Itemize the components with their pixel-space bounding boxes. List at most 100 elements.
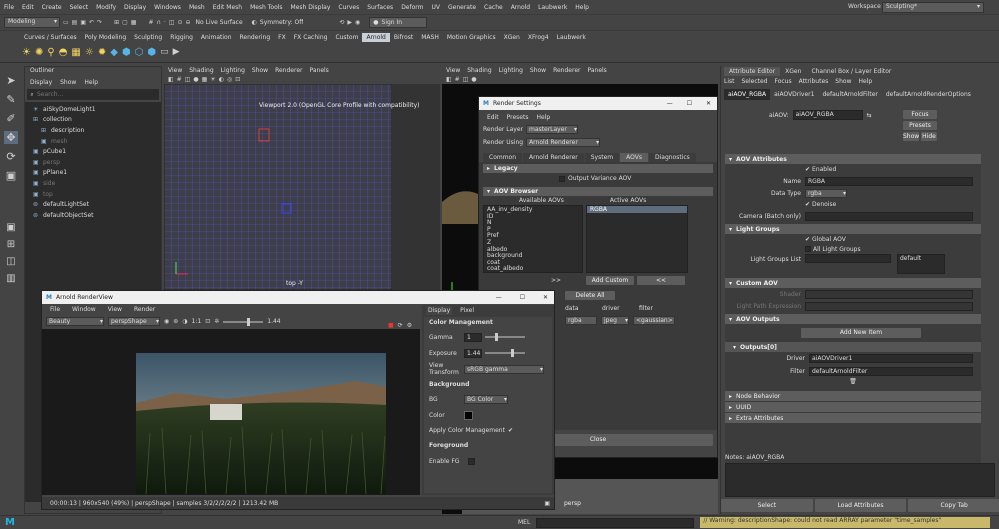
rv-menu-window[interactable]: Window (72, 306, 96, 313)
snap-point-icon[interactable]: · (164, 19, 166, 26)
output-variance-checkbox[interactable] (559, 175, 565, 182)
menu-file[interactable]: File (4, 4, 14, 11)
camera-field[interactable] (805, 211, 973, 221)
menu-windows[interactable]: Windows (154, 4, 181, 11)
top-viewport-canvas[interactable] (164, 84, 440, 290)
uuid-section[interactable]: ▸ UUID (725, 402, 981, 412)
render-layer-dropdown[interactable]: masterLayer ▾ (526, 125, 578, 134)
two-view-icon[interactable]: ◫ (6, 256, 15, 267)
wireframe-icon[interactable]: ◫ (185, 76, 191, 83)
select-tool-icon[interactable]: ➤ (6, 74, 15, 87)
alpha-icon[interactable]: ◑ (182, 318, 187, 325)
mesh-light-icon[interactable]: ✺ (35, 47, 43, 58)
menu-cache[interactable]: Cache (484, 4, 503, 11)
ae-menu-selected[interactable]: Selected (742, 78, 768, 85)
volume-icon[interactable]: ◆ (110, 47, 118, 58)
outliner-item[interactable]: ⊚ defaultObjectSet (25, 210, 161, 221)
rs-menu-help[interactable]: Help (536, 114, 550, 121)
snap-surface-icon[interactable]: ⊙ (177, 19, 182, 26)
history-icon[interactable]: ⟲ (339, 19, 344, 26)
crop-icon[interactable]: ⊡ (205, 318, 210, 325)
viewport-menu-renderer[interactable]: Renderer (553, 67, 580, 74)
exposure-icon[interactable]: ✲ (214, 318, 219, 325)
viewport-menu-lighting[interactable]: Lighting (221, 67, 245, 74)
node-nav-icon[interactable]: ⇆ (867, 112, 872, 119)
snap-grid-icon[interactable]: # (148, 19, 153, 26)
outliner-layout-icon[interactable]: ▥ (6, 273, 15, 284)
active-aov-item[interactable]: RGBA (587, 206, 687, 213)
menu-laubwerk[interactable]: Laubwerk (538, 4, 567, 11)
refresh-icon[interactable]: ⟳ (398, 322, 403, 329)
ae-menu-show[interactable]: Show (835, 78, 851, 85)
available-aov-item[interactable]: P (487, 226, 579, 234)
ae-panel-tab-channel-box-layer-editor[interactable]: Channel Box / Layer Editor (806, 67, 896, 76)
record-icon[interactable]: ◉ (164, 318, 169, 325)
viewport-menu-panels[interactable]: Panels (309, 67, 328, 74)
enabled-checkbox[interactable]: ✔ (805, 166, 810, 173)
shelf-tab-fx-caching[interactable]: FX Caching (290, 33, 332, 42)
all-light-groups-checkbox[interactable] (805, 246, 811, 252)
live-surface-icon[interactable]: ⊖ (186, 19, 191, 26)
grid-icon[interactable]: # (177, 76, 182, 83)
light-groups-default-list[interactable]: default (897, 254, 945, 274)
rv-tab-pixel[interactable]: Pixel (458, 306, 476, 315)
minimize-icon[interactable]: — (496, 294, 502, 301)
ae-node-tab-aiaovdriver1[interactable]: aiAOVDriver1 (770, 89, 818, 100)
single-view-icon[interactable]: ▣ (6, 222, 15, 233)
remove-aov-button[interactable]: << (637, 276, 685, 285)
active-aovs-list[interactable]: RGBA (586, 205, 688, 273)
snap-view-icon[interactable]: ◫ (169, 19, 175, 26)
render-icon[interactable]: ▶ (347, 19, 352, 26)
menu-mesh-tools[interactable]: Mesh Tools (250, 4, 282, 11)
data-type-dropdown[interactable]: rgba ▾ (805, 188, 847, 198)
mode-dropdown[interactable]: Modeling ▾ (4, 17, 60, 28)
outliner-item[interactable]: ⊞ description (25, 125, 161, 136)
sign-in-button[interactable]: ● Sign In (369, 17, 428, 28)
physical-sky-icon[interactable]: ☼ (85, 47, 94, 58)
available-aov-item[interactable]: Pref (487, 233, 579, 240)
close-icon[interactable]: ✕ (543, 294, 548, 301)
outliner-item[interactable]: ▣ pCube1 (25, 146, 161, 157)
outliner-item[interactable]: ▣ persp (25, 157, 161, 168)
filter-field[interactable]: defaultArnoldFilter (809, 367, 973, 376)
light-groups-section[interactable]: ▾ Light Groups (725, 224, 981, 234)
select-button[interactable]: Select (721, 499, 813, 512)
load-attributes-button[interactable]: Load Attributes (814, 499, 907, 512)
outliner-item[interactable]: ▣ top (25, 189, 161, 200)
menu-edit[interactable]: Edit (22, 4, 34, 11)
light-groups-field[interactable] (805, 254, 891, 263)
rs-menu-edit[interactable]: Edit (487, 114, 499, 121)
procedural-icon[interactable]: ⬢ (147, 47, 156, 58)
gamma-field[interactable]: 1 (464, 332, 482, 342)
shader-field[interactable] (805, 289, 973, 299)
menu-uv[interactable]: UV (432, 4, 441, 11)
shelf-tab-xfrog4[interactable]: XFrog4 (524, 33, 553, 42)
aov-driver-dropdown[interactable]: jpeg ▾ (601, 316, 629, 325)
menu-help[interactable]: Help (575, 4, 589, 11)
render-view-icon[interactable]: ▭ (160, 47, 169, 57)
available-aov-item[interactable]: AA_inv_density (487, 206, 579, 214)
rotate-tool-icon[interactable]: ⟳ (6, 150, 15, 163)
notes-field[interactable] (725, 463, 995, 497)
rv-menu-view[interactable]: View (108, 306, 122, 313)
mel-input[interactable] (536, 517, 695, 528)
shelf-tab-animation[interactable]: Animation (197, 33, 236, 42)
camera-icon[interactable]: ◧ (168, 76, 174, 83)
outputs-0-section[interactable]: ▾ Outputs[0] (725, 342, 981, 352)
viewport-menu-view[interactable]: View (446, 67, 460, 74)
outliner-menu-display[interactable]: Display (30, 79, 52, 86)
render-play-icon[interactable]: ▶ (173, 47, 180, 57)
gamma-slider[interactable] (485, 333, 525, 341)
aov-browser-section[interactable]: ▾ AOV Browser (483, 187, 713, 196)
save-scene-icon[interactable]: ▣ (80, 19, 86, 26)
viewport-menu-show[interactable]: Show (530, 67, 546, 74)
new-scene-icon[interactable]: ▭ (63, 19, 69, 26)
camera-dropdown[interactable]: perspShape ▾ (108, 317, 160, 326)
undo-icon[interactable]: ↶ (89, 19, 94, 26)
driver-field[interactable]: aiAOVDriver1 (809, 354, 973, 363)
viewport-menu-lighting[interactable]: Lighting (499, 67, 523, 74)
focus-button[interactable]: Focus (903, 110, 937, 119)
shelf-tab-sculpting[interactable]: Sculpting (130, 33, 166, 42)
ae-menu-list[interactable]: List (724, 78, 735, 85)
delete-all-button[interactable]: Delete All (565, 291, 615, 300)
